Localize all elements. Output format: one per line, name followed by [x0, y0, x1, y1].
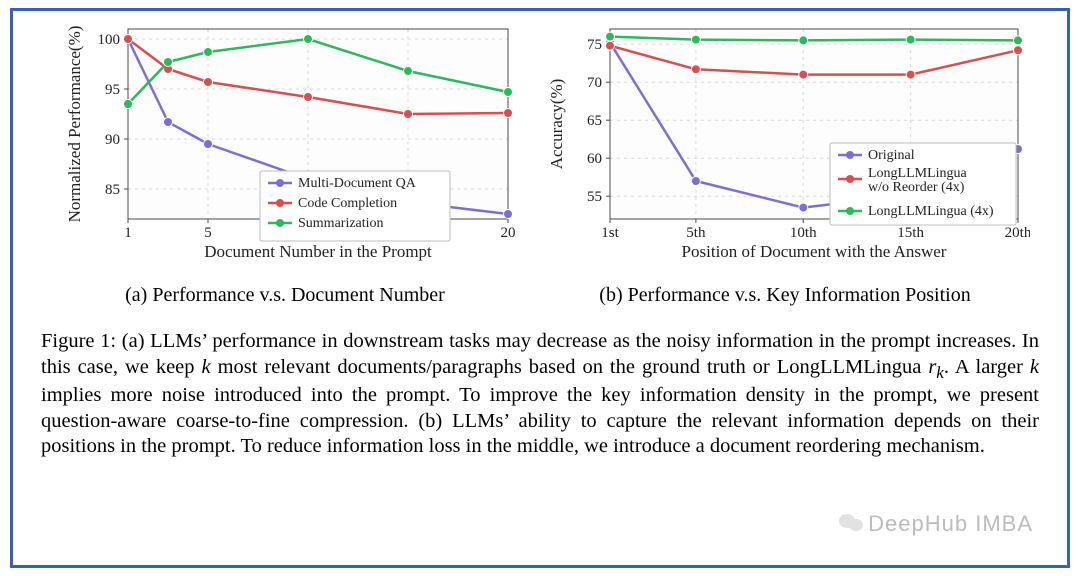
- svg-text:85: 85: [105, 182, 120, 198]
- svg-text:95: 95: [105, 82, 120, 98]
- subcaption-a: (a) Performance v.s. Document Number: [50, 284, 520, 307]
- svg-text:Normalized Performance(%): Normalized Performance(%): [65, 26, 84, 223]
- watermark: DeepHub IMBA: [838, 511, 1033, 539]
- svg-text:Original: Original: [868, 148, 915, 163]
- figure-frame: 15101520859095100Document Number in the …: [10, 8, 1070, 568]
- figure-caption: Figure 1: (a) LLMs’ performance in downs…: [41, 329, 1039, 460]
- caption-k1: k: [202, 356, 211, 378]
- svg-text:70: 70: [587, 75, 602, 91]
- svg-text:Position of Document with the: Position of Document with the Answer: [682, 242, 947, 261]
- wechat-icon: [838, 511, 864, 539]
- caption-text: . A larger: [944, 356, 1030, 378]
- svg-text:15th: 15th: [897, 225, 924, 241]
- svg-text:20th: 20th: [1005, 225, 1030, 241]
- svg-text:55: 55: [587, 189, 602, 205]
- svg-text:Document Number in the Prompt: Document Number in the Prompt: [204, 242, 432, 261]
- caption-text: most relevant documents/paragraphs based…: [211, 356, 929, 378]
- caption-k2: k: [1030, 356, 1039, 378]
- svg-text:90: 90: [105, 132, 120, 148]
- chart-b-svg: 1st 5th 10th 15th 20th 55 60 65 70 75 Position of …: [540, 21, 1030, 261]
- svg-text:65: 65: [587, 113, 602, 129]
- svg-text:60: 60: [587, 151, 602, 167]
- svg-text:1st: 1st: [601, 225, 619, 241]
- chart-b: 1st 5th 10th 15th 20th 55 60 65 70 75 Position of …: [540, 21, 1030, 307]
- svg-text:20: 20: [501, 225, 516, 241]
- caption-text: implies more noise introduced into the p…: [41, 384, 1039, 457]
- svg-text:100: 100: [98, 32, 121, 48]
- svg-text:LongLLMLingua: LongLLMLingua: [868, 166, 968, 181]
- caption-rk-sub: k: [936, 363, 944, 382]
- svg-text:Summarization: Summarization: [298, 216, 384, 231]
- svg-text:Multi-Document QA: Multi-Document QA: [298, 176, 417, 191]
- svg-text:w/o Reorder (4x): w/o Reorder (4x): [868, 180, 965, 195]
- charts-row: 15101520859095100Document Number in the …: [41, 21, 1039, 307]
- svg-text:Accuracy(%): Accuracy(%): [547, 79, 566, 170]
- svg-text:1: 1: [124, 225, 132, 241]
- chart-a-svg: 15101520859095100Document Number in the …: [50, 21, 520, 261]
- svg-text:75: 75: [587, 37, 602, 53]
- svg-text:5th: 5th: [686, 225, 706, 241]
- svg-text:5: 5: [204, 225, 212, 241]
- chart-a: 15101520859095100Document Number in the …: [50, 21, 520, 307]
- subcaption-b: (b) Performance v.s. Key Information Pos…: [540, 284, 1030, 307]
- svg-text:LongLLMLingua (4x): LongLLMLingua (4x): [868, 204, 994, 219]
- svg-text:Code Completion: Code Completion: [298, 196, 397, 211]
- svg-text:10th: 10th: [790, 225, 817, 241]
